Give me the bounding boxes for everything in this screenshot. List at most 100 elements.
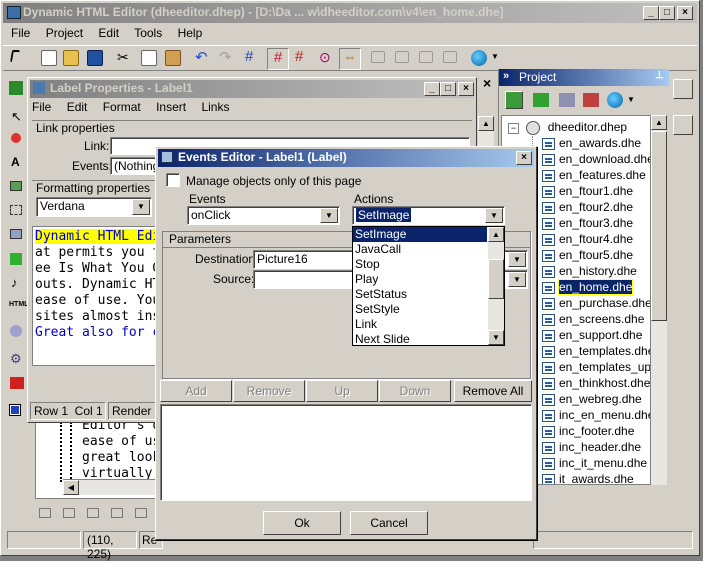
tool-arrow-icon[interactable] (9, 81, 23, 95)
align-icon-4[interactable] (443, 51, 457, 63)
notes-icon[interactable] (673, 115, 693, 135)
layout-icon-3[interactable] (87, 508, 99, 518)
tool-html-icon[interactable]: HTML (9, 301, 28, 308)
tree-icon[interactable] (583, 93, 599, 107)
close-button[interactable]: × (677, 6, 693, 20)
project-vscroll[interactable]: ▲ (651, 115, 667, 485)
scroll-up-button[interactable]: ▲ (478, 116, 494, 131)
ok-button[interactable]: Ok (263, 511, 341, 535)
tree-file-item[interactable]: en_templates_up.c (542, 360, 650, 376)
properties-icon[interactable] (673, 79, 693, 99)
tree-file-item[interactable]: en_awards.dhe (542, 136, 641, 152)
layout-icon-4[interactable] (111, 508, 123, 518)
label-props-minimize-button[interactable]: _ (424, 82, 440, 96)
tree-file-item[interactable]: en_ftour1.dhe (542, 184, 633, 200)
maximize-button[interactable]: □ (659, 6, 675, 20)
tool-green-icon[interactable] (10, 253, 22, 265)
tool-text-icon[interactable]: A (11, 155, 20, 169)
actions-option[interactable]: Link (353, 317, 487, 332)
menu-tools[interactable]: Tools (134, 26, 162, 40)
tree-file-item[interactable]: en_ftour4.dhe (542, 232, 633, 248)
project-title-bar[interactable]: » Project ⊥ (499, 69, 669, 86)
preview-icon[interactable]: ⇔ (339, 48, 361, 70)
actions-select[interactable]: SetImage ▼ (352, 206, 505, 225)
tree-file-item[interactable]: en_purchase.dhe (542, 296, 650, 312)
tree-root[interactable]: − dheeditor.dhep (508, 120, 627, 135)
cut-icon[interactable]: ✂ (117, 49, 129, 66)
main-title-bar[interactable]: Dynamic HTML Editor (dheeditor.dhep) - [… (3, 3, 697, 23)
events-editor-close-button[interactable]: × (516, 151, 532, 165)
actions-option[interactable]: Next Slide (353, 332, 487, 345)
menu-project[interactable]: Project (46, 26, 83, 40)
tree-file-item[interactable]: en_templates.dhe (542, 344, 650, 360)
label-props-close-button[interactable]: × (458, 82, 474, 96)
up-button[interactable]: Up (306, 380, 378, 402)
layout-icon-2[interactable] (63, 508, 75, 518)
globe-icon[interactable] (471, 50, 487, 66)
scroll-thumb[interactable] (651, 131, 667, 321)
tree-file-item[interactable]: en_ftour5.dhe (542, 248, 633, 264)
lp-menu-edit[interactable]: Edit (67, 100, 88, 114)
chevron-down-icon[interactable]: ▼ (508, 272, 526, 287)
tree-file-item[interactable]: en_home.dhe (542, 279, 634, 296)
tree-file-item[interactable]: en_download.dhe (542, 152, 650, 168)
remove-button[interactable]: Remove (233, 380, 305, 402)
paste-icon[interactable] (165, 50, 181, 66)
tree-file-item[interactable]: en_support.dhe (542, 328, 642, 344)
tree-file-item[interactable]: inc_en_menu.dhe (542, 408, 650, 424)
align-icon-2[interactable] (395, 51, 409, 63)
list-icon[interactable] (559, 93, 575, 107)
undo-icon[interactable]: ↶ (195, 48, 208, 66)
tree-file-item[interactable]: en_thinkhost.dhe (542, 376, 650, 392)
tree-file-item[interactable]: it_awards.dhe (542, 472, 634, 484)
guides-icon[interactable]: # (295, 48, 303, 65)
zoom-icon[interactable]: ⊙ (319, 49, 331, 66)
tree-file-item[interactable]: en_screens.dhe (542, 312, 644, 328)
copy-icon[interactable] (141, 50, 157, 66)
import-icon[interactable] (533, 93, 549, 107)
tool-shape-icon[interactable] (11, 133, 21, 143)
redo-icon[interactable]: ↷ (219, 48, 232, 66)
scroll-thumb[interactable] (488, 259, 504, 299)
actions-list-scroll[interactable]: ▲ ▼ (488, 227, 504, 345)
snap-grid-icon[interactable]: # (267, 48, 289, 70)
tree-file-item[interactable]: inc_footer.dhe (542, 424, 634, 440)
tool-blue-icon[interactable] (9, 404, 21, 416)
web-globe-icon[interactable] (607, 92, 623, 108)
tool-gear-icon[interactable]: ⚙ (10, 351, 22, 367)
align-icon-1[interactable] (371, 51, 385, 63)
grid-icon[interactable]: # (245, 48, 253, 65)
minimize-button[interactable]: _ (643, 6, 659, 20)
chevron-down-icon[interactable]: ▼ (485, 208, 503, 223)
add-button[interactable]: Add (160, 380, 232, 402)
scroll-down-button[interactable]: ▼ (488, 330, 504, 345)
scroll-left-button[interactable]: ◀ (63, 480, 79, 495)
tool-music-icon[interactable]: ♪ (11, 275, 18, 290)
tool-frame-icon[interactable] (10, 205, 22, 215)
layout-icon-1[interactable] (39, 508, 51, 518)
events-list[interactable] (160, 404, 532, 501)
chevron-down-icon[interactable]: ▼ (627, 95, 635, 104)
open-folder-icon[interactable] (63, 50, 79, 66)
actions-option[interactable]: Stop (353, 257, 487, 272)
actions-option[interactable]: SetStatus (353, 287, 487, 302)
lp-menu-format[interactable]: Format (103, 100, 141, 114)
tree-file-item[interactable]: en_ftour2.dhe (542, 200, 633, 216)
manage-objects-checkbox[interactable] (166, 173, 180, 187)
label-props-maximize-button[interactable]: □ (440, 82, 456, 96)
actions-dropdown-list[interactable]: SetImage JavaCall Stop Play SetStatus SetStyl… (352, 226, 505, 346)
tree-file-item[interactable]: en_history.dhe (542, 264, 637, 280)
tool-red-icon[interactable] (10, 377, 24, 389)
chevron-down-icon[interactable]: ▼ (491, 52, 499, 61)
lp-menu-file[interactable]: File (32, 100, 51, 114)
actions-option[interactable]: SetStyle (353, 302, 487, 317)
actions-option[interactable]: Play (353, 272, 487, 287)
label-props-title-bar[interactable]: Label Properties - Label1 _ □ × (30, 80, 474, 98)
scroll-up-button[interactable]: ▲ (651, 115, 667, 130)
new-file-icon[interactable] (41, 50, 57, 66)
remove-all-button[interactable]: Remove All (454, 380, 532, 402)
scroll-up-button[interactable]: ▲ (488, 227, 504, 242)
tree-file-item[interactable]: en_features.dhe (542, 168, 646, 184)
tree-file-item[interactable]: inc_header.dhe (542, 440, 641, 456)
tree-file-item[interactable]: en_webreg.dhe (542, 392, 642, 408)
